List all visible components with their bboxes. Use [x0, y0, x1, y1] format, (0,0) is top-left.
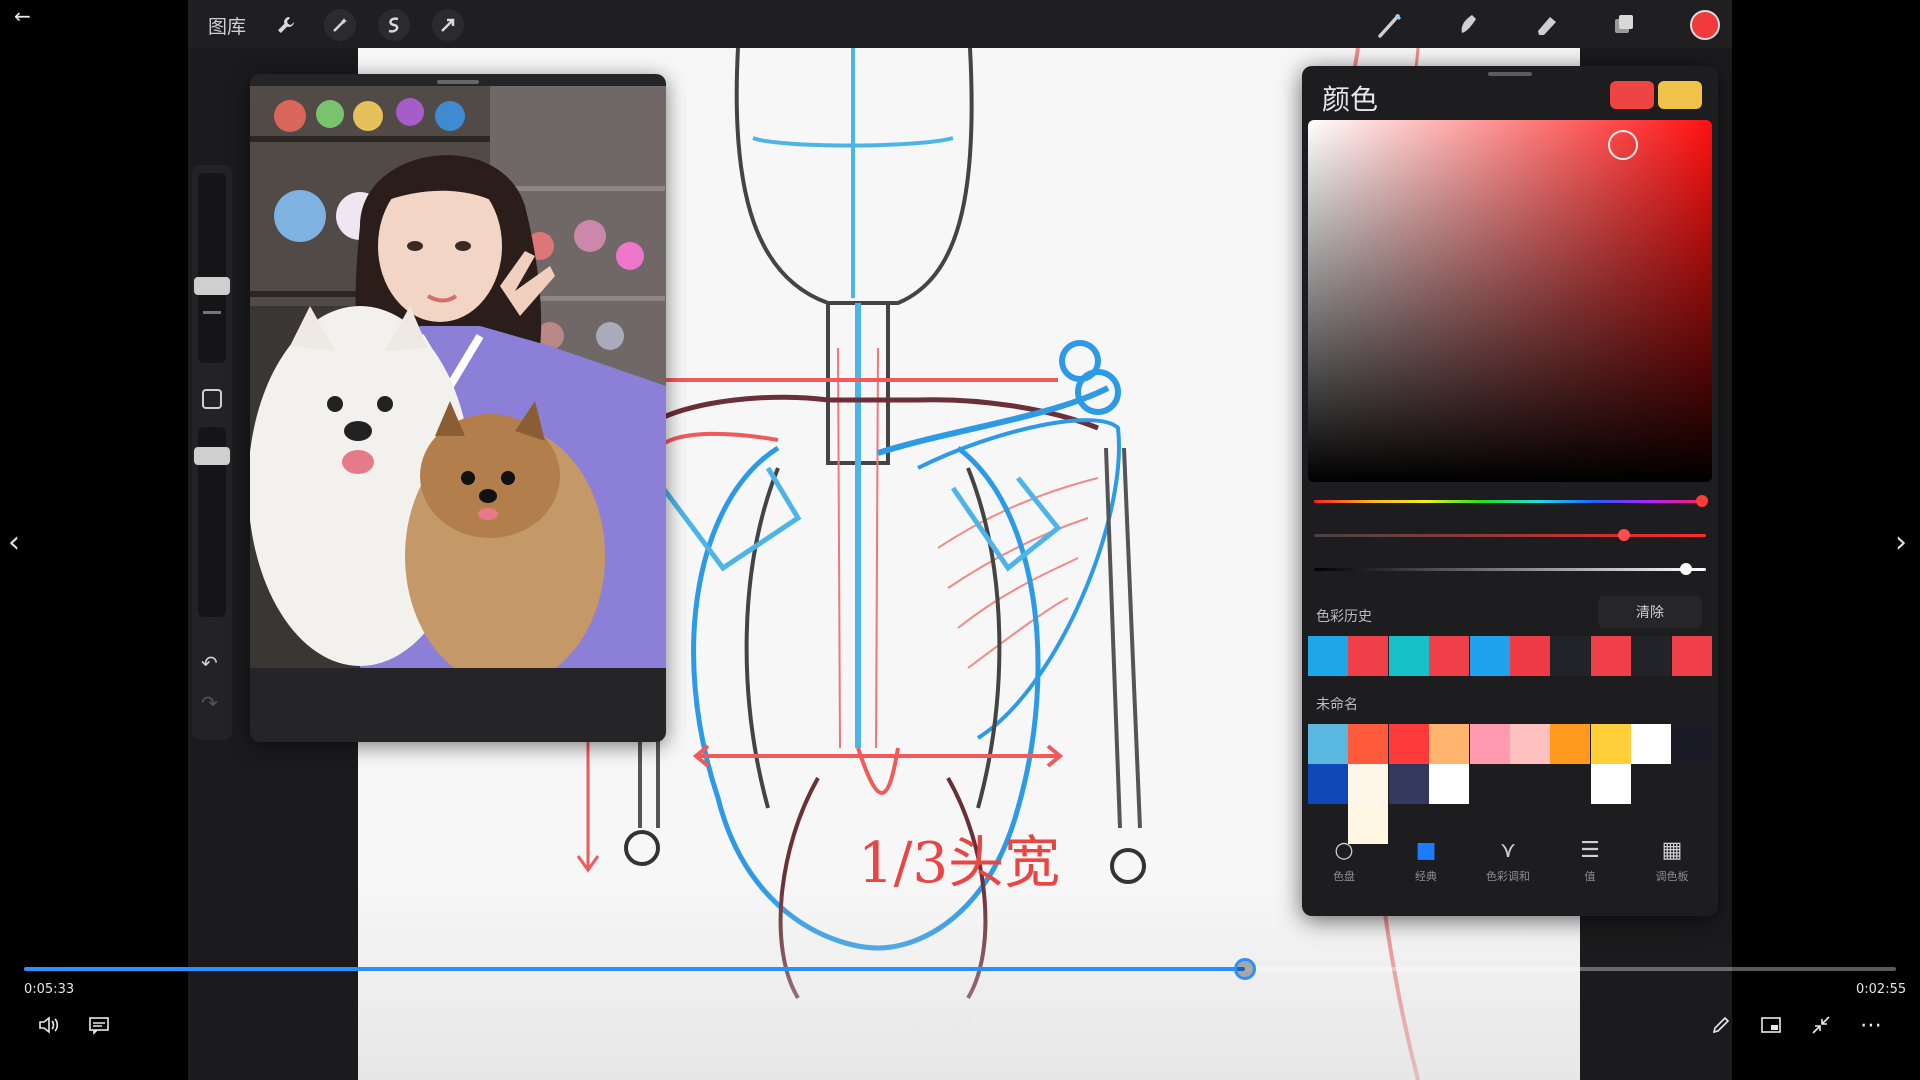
subtitles-icon[interactable]	[84, 1008, 114, 1042]
color-picker-button[interactable]	[1690, 10, 1720, 40]
saturation-slider[interactable]	[1314, 529, 1706, 541]
history-swatch[interactable]	[1388, 636, 1429, 676]
back-arrow-icon[interactable]: ←	[14, 4, 31, 28]
seek-bar-thumb[interactable]	[1233, 958, 1256, 980]
volume-icon[interactable]	[34, 1008, 64, 1042]
tab-palettes[interactable]: ▦ 调色板	[1632, 834, 1712, 904]
more-options-icon[interactable]: ⋯	[1856, 1008, 1886, 1042]
palette-swatch[interactable]	[1308, 764, 1348, 804]
history-swatch[interactable]	[1671, 636, 1712, 676]
clear-history-button[interactable]: 清除	[1598, 596, 1702, 628]
palette-swatch[interactable]	[1348, 724, 1389, 764]
history-swatch[interactable]	[1631, 636, 1672, 676]
brush-sidebar: ↶ ↷	[192, 165, 232, 740]
reference-panel[interactable]	[250, 74, 666, 742]
saturation-brightness-field[interactable]	[1308, 120, 1712, 482]
palette-swatch[interactable]	[1671, 724, 1712, 764]
svg-text:10: 10	[905, 1024, 917, 1034]
harmony-icon: ⋎	[1499, 838, 1517, 863]
gallery-button[interactable]: 图库	[208, 12, 246, 39]
brightness-slider-knob[interactable]	[1680, 563, 1693, 575]
palette-swatch[interactable]	[1348, 764, 1389, 804]
redo-icon[interactable]: ↷	[201, 691, 218, 715]
modify-button[interactable]	[202, 389, 222, 409]
tab-classic[interactable]: ■ 经典	[1386, 834, 1466, 904]
video-frame[interactable]: 图库 ↶ ↷ 1/3头宽 颜色 色彩历史 清除 未命名 ○ 色盘 ■ 经典 ⋎ …	[188, 0, 1732, 1080]
previous-color-swatch[interactable]	[1658, 81, 1702, 109]
saturation-slider-knob[interactable]	[1617, 529, 1630, 541]
history-swatch[interactable]	[1348, 636, 1389, 676]
hue-slider-knob[interactable]	[1696, 495, 1709, 507]
selection-icon[interactable]	[378, 9, 410, 41]
palette-swatch[interactable]	[1388, 764, 1429, 804]
color-panel-handle[interactable]	[1488, 72, 1532, 76]
brush-icon[interactable]	[1374, 9, 1406, 41]
video-player: 图库 ↶ ↷ 1/3头宽 颜色 色彩历史 清除 未命名 ○ 色盘 ■ 经典 ⋎ …	[0, 0, 1920, 1080]
eraser-icon[interactable]	[1530, 9, 1562, 41]
undo-icon[interactable]: ↶	[201, 651, 218, 675]
color-picker-knob[interactable]	[1608, 130, 1638, 160]
mini-player-icon[interactable]	[1756, 1008, 1786, 1042]
pen-icon[interactable]	[1706, 1008, 1736, 1042]
color-panel: 颜色 色彩历史 清除 未命名 ○ 色盘 ■ 经典 ⋎ 色彩调和 ☰ 值 ▦ 调色…	[1302, 66, 1718, 916]
rewind-10-icon[interactable]: 10	[892, 1008, 926, 1042]
sliders-icon: ☰	[1580, 838, 1600, 863]
color-mode-tabs: ○ 色盘 ■ 经典 ⋎ 色彩调和 ☰ 值 ▦ 调色板	[1302, 834, 1718, 916]
history-swatch[interactable]	[1429, 636, 1470, 676]
palette-swatch[interactable]	[1631, 724, 1672, 764]
transform-icon[interactable]	[432, 9, 464, 41]
disc-icon: ○	[1334, 838, 1354, 863]
svg-text:30: 30	[1006, 1024, 1018, 1034]
layers-icon[interactable]	[1608, 9, 1640, 41]
brightness-slider[interactable]	[1314, 563, 1706, 575]
tab-disc[interactable]: ○ 色盘	[1304, 834, 1384, 904]
brush-size-slider[interactable]	[198, 173, 226, 363]
slider-divider	[203, 311, 221, 314]
pause-icon[interactable]	[944, 1008, 978, 1042]
exit-fullscreen-icon[interactable]	[1806, 1008, 1836, 1042]
color-history-label: 色彩历史	[1316, 609, 1372, 625]
palette-grid-icon: ▦	[1661, 838, 1683, 863]
opacity-knob[interactable]	[194, 447, 230, 465]
time-total: 0:02:55	[1856, 982, 1907, 997]
previous-chevron-icon[interactable]: ‹	[8, 525, 20, 560]
wrench-icon[interactable]	[270, 9, 302, 41]
square-icon: ■	[1415, 838, 1437, 863]
tab-harmony[interactable]: ⋎ 色彩调和	[1468, 834, 1548, 904]
palette-swatch[interactable]	[1308, 724, 1348, 764]
palette-swatch[interactable]	[1590, 764, 1631, 804]
palette-swatch[interactable]	[1590, 724, 1631, 764]
color-panel-title: 颜色	[1322, 83, 1379, 116]
history-swatch[interactable]	[1590, 636, 1631, 676]
procreate-toolbar: 图库	[188, 0, 1732, 48]
reference-drag-handle[interactable]	[437, 80, 479, 84]
history-swatch[interactable]	[1469, 636, 1510, 676]
palette-swatch[interactable]	[1429, 764, 1470, 804]
palette-name-label: 未命名	[1316, 697, 1358, 713]
seek-bar[interactable]	[24, 958, 1896, 980]
history-swatch[interactable]	[1308, 636, 1348, 676]
brush-size-knob[interactable]	[194, 277, 230, 295]
palette-swatch[interactable]	[1388, 724, 1429, 764]
next-chevron-icon[interactable]: ›	[1895, 525, 1907, 560]
palette-swatch[interactable]	[1469, 724, 1510, 764]
palette-swatch[interactable]	[1429, 724, 1470, 764]
magic-wand-icon[interactable]	[324, 9, 356, 41]
reference-photo	[250, 86, 666, 668]
hue-slider[interactable]	[1314, 495, 1709, 507]
current-color-swatch[interactable]	[1610, 81, 1654, 109]
forward-30-icon[interactable]: 30	[994, 1008, 1028, 1042]
palette-swatch[interactable]	[1510, 724, 1550, 764]
seek-bar-fill	[24, 967, 1245, 971]
time-elapsed: 0:05:33	[24, 982, 75, 997]
palette-swatch[interactable]	[1550, 724, 1591, 764]
history-swatch[interactable]	[1510, 636, 1550, 676]
history-swatch[interactable]	[1550, 636, 1591, 676]
tab-value[interactable]: ☰ 值	[1550, 834, 1630, 904]
smudge-icon[interactable]	[1452, 9, 1484, 41]
